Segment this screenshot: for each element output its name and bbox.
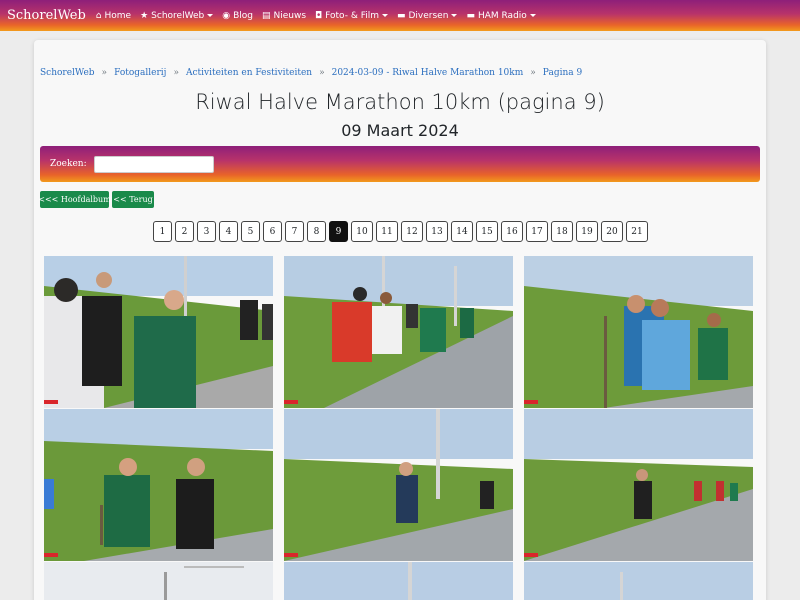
page-title: Riwal Halve Marathon 10km (pagina 9) bbox=[195, 90, 605, 114]
page-subtitle: 09 Maart 2024 bbox=[341, 121, 459, 140]
back-button[interactable]: << Terug bbox=[112, 191, 154, 208]
page-6[interactable]: 6 bbox=[263, 221, 282, 242]
page-21[interactable]: 21 bbox=[626, 221, 648, 242]
page-3[interactable]: 3 bbox=[197, 221, 216, 242]
page-5[interactable]: 5 bbox=[241, 221, 260, 242]
page-12[interactable]: 12 bbox=[401, 221, 423, 242]
chevron-down-icon bbox=[381, 14, 388, 17]
breadcrumb-separator: » bbox=[101, 68, 108, 78]
breadcrumb-album[interactable]: 2024-03-09 - Riwal Halve Marathon 10km bbox=[332, 68, 524, 78]
breadcrumb: SchorelWeb » Fotogallerij » Activiteiten… bbox=[40, 68, 582, 78]
page-14[interactable]: 14 bbox=[451, 221, 473, 242]
pagination: 1 2 3 4 5 6 7 8 9 10 11 12 13 14 15 16 1… bbox=[153, 221, 651, 242]
breadcrumb-current-page[interactable]: Pagina 9 bbox=[543, 68, 582, 78]
page-18[interactable]: 18 bbox=[551, 221, 573, 242]
search-input[interactable] bbox=[93, 155, 214, 173]
breadcrumb-activiteiten[interactable]: Activiteiten en Festiviteiten bbox=[186, 68, 312, 78]
page-10[interactable]: 10 bbox=[351, 221, 373, 242]
page-4[interactable]: 4 bbox=[219, 221, 238, 242]
search-label: Zoeken: bbox=[50, 159, 87, 169]
page-7[interactable]: 7 bbox=[285, 221, 304, 242]
photo-thumbnail[interactable] bbox=[284, 409, 513, 561]
photo-thumbnail[interactable] bbox=[284, 562, 513, 600]
page-13[interactable]: 13 bbox=[426, 221, 448, 242]
rss-icon: ◉ bbox=[222, 10, 231, 21]
page-17[interactable]: 17 bbox=[526, 221, 548, 242]
page-15[interactable]: 15 bbox=[476, 221, 498, 242]
chevron-down-icon bbox=[451, 14, 458, 17]
page-19[interactable]: 19 bbox=[576, 221, 598, 242]
newspaper-icon: ▤ bbox=[261, 10, 271, 21]
nav-blog-label: Blog bbox=[233, 10, 253, 21]
nav-home-label: Home bbox=[104, 10, 132, 21]
chevron-down-icon bbox=[529, 14, 536, 17]
nav-ham-radio-label: HAM Radio bbox=[477, 10, 527, 21]
nav-schorelweb[interactable]: ★ SchorelWeb bbox=[140, 10, 214, 21]
photo-thumbnail[interactable] bbox=[284, 256, 513, 408]
breadcrumb-fotogallerij[interactable]: Fotogallerij bbox=[114, 68, 166, 78]
chevron-down-icon bbox=[207, 14, 214, 17]
nav-nieuws[interactable]: ▤ Nieuws bbox=[262, 11, 306, 21]
main-album-button[interactable]: <<< Hoofdalbum bbox=[38, 191, 111, 208]
photo-thumbnail[interactable] bbox=[524, 562, 753, 600]
page-11[interactable]: 11 bbox=[376, 221, 398, 242]
nav-blog[interactable]: ◉ Blog bbox=[222, 11, 253, 21]
brand-logo[interactable]: SchorelWeb bbox=[7, 8, 86, 23]
nav-nieuws-label: Nieuws bbox=[273, 10, 307, 21]
photo-thumbnail[interactable] bbox=[44, 562, 273, 600]
nav-foto-film[interactable]: ◘ Foto- & Film bbox=[315, 11, 388, 21]
photo-thumbnail[interactable] bbox=[524, 409, 753, 561]
home-icon: ⌂ bbox=[95, 10, 102, 21]
photo-thumbnail[interactable] bbox=[44, 409, 273, 561]
breadcrumb-separator: » bbox=[319, 68, 325, 78]
top-navbar: SchorelWeb ⌂ Home ★ SchorelWeb ◉ Blog ▤ … bbox=[0, 0, 800, 31]
nav-foto-film-label: Foto- & Film bbox=[325, 10, 379, 21]
breadcrumb-schorelweb[interactable]: SchorelWeb bbox=[40, 68, 95, 78]
page-9-current[interactable]: 9 bbox=[329, 221, 348, 242]
breadcrumb-separator: » bbox=[530, 68, 536, 78]
nav-diversen[interactable]: ▬ Diversen bbox=[396, 10, 458, 21]
page-1[interactable]: 1 bbox=[153, 221, 172, 242]
nav-diversen-label: Diversen bbox=[408, 10, 449, 21]
page-20[interactable]: 20 bbox=[601, 221, 623, 242]
nav-ham-radio[interactable]: ▬ HAM Radio bbox=[466, 10, 536, 21]
folder-icon: ▬ bbox=[396, 10, 406, 21]
search-bar: Zoeken: bbox=[40, 146, 760, 182]
page-8[interactable]: 8 bbox=[307, 221, 326, 242]
photo-thumbnail[interactable] bbox=[44, 256, 273, 408]
page-2[interactable]: 2 bbox=[175, 221, 194, 242]
photo-thumbnail[interactable] bbox=[524, 256, 753, 408]
page-16[interactable]: 16 bbox=[501, 221, 523, 242]
nav-schorelweb-label: SchorelWeb bbox=[151, 10, 205, 21]
folder-icon: ▬ bbox=[466, 10, 475, 21]
star-icon: ★ bbox=[140, 10, 149, 21]
breadcrumb-separator: » bbox=[173, 68, 179, 78]
camera-icon: ◘ bbox=[315, 10, 323, 21]
nav-home[interactable]: ⌂ Home bbox=[96, 11, 131, 21]
